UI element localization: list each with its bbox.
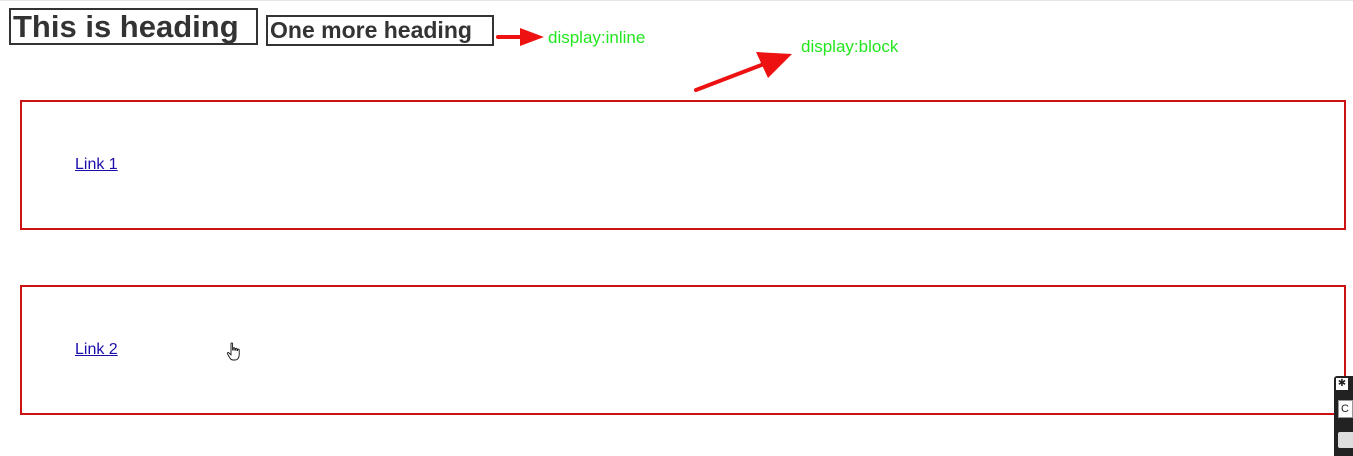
- widget-input[interactable]: C: [1338, 400, 1353, 418]
- arrow-right-icon: [496, 28, 544, 46]
- pin-icon[interactable]: ✱: [1336, 378, 1348, 390]
- link-1[interactable]: Link 1: [75, 156, 118, 174]
- widget-button[interactable]: [1338, 432, 1353, 448]
- arrow-diagonal-icon: [694, 52, 792, 92]
- side-widget[interactable]: ✱ C: [1334, 376, 1353, 456]
- link-block-1[interactable]: Link 1: [20, 100, 1346, 230]
- annotation-block: display:block: [801, 37, 899, 56]
- hand-pointer-icon: [226, 342, 240, 361]
- link-block-2[interactable]: Link 2: [20, 285, 1346, 415]
- annotation-inline: display:inline: [548, 28, 646, 47]
- top-divider: [0, 0, 1353, 1]
- link-2[interactable]: Link 2: [75, 341, 118, 359]
- heading-secondary: One more heading: [266, 15, 494, 46]
- heading-primary: This is heading: [9, 8, 258, 45]
- page: This is heading One more heading display…: [0, 0, 1353, 456]
